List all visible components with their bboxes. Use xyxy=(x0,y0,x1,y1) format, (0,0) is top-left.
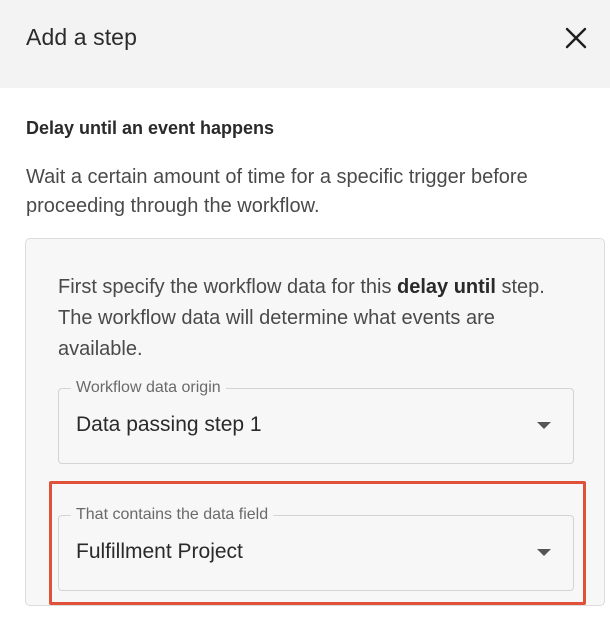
data-field-value: Fulfillment Project xyxy=(76,540,243,563)
workflow-data-origin-select[interactable]: Workflow data origin Data passing step 1 xyxy=(58,378,574,464)
instructions-bold-text: delay until xyxy=(397,276,496,298)
workflow-data-origin-label: Workflow data origin xyxy=(71,378,226,398)
data-field-select[interactable]: That contains the data field Fulfillment… xyxy=(58,505,574,591)
close-button[interactable] xyxy=(560,22,592,54)
dialog-title: Add a step xyxy=(26,24,137,50)
close-icon xyxy=(565,27,587,49)
panel-instructions: First specify the workflow data for this… xyxy=(58,272,578,365)
dropdown-arrow-icon[interactable] xyxy=(537,422,551,429)
section-description: Wait a certain amount of time for a spec… xyxy=(26,166,528,217)
workflow-data-origin-value: Data passing step 1 xyxy=(76,413,262,436)
data-field-label: That contains the data field xyxy=(71,505,274,525)
dropdown-arrow-icon[interactable] xyxy=(537,549,551,556)
instructions-text-start: First specify the workflow data for this xyxy=(58,276,398,298)
dialog-header: Add a step xyxy=(0,0,610,88)
section-title: Delay until an event happens xyxy=(26,118,275,138)
